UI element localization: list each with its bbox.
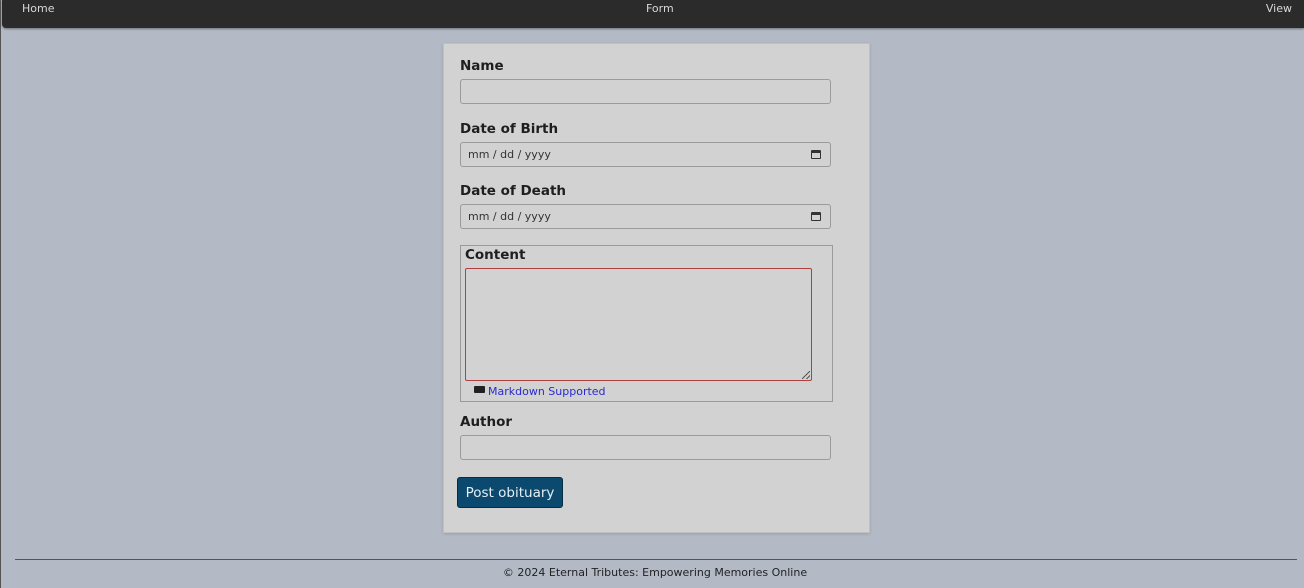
markdown-icon: [474, 386, 485, 393]
navbar: Home Form View: [2, 0, 1304, 28]
death-date-placeholder: mm / dd / yyyy: [468, 210, 551, 223]
nav-view-link[interactable]: View: [1266, 2, 1292, 15]
markdown-hint: Markdown Supported: [474, 385, 606, 398]
resize-grip-icon[interactable]: [802, 371, 810, 379]
death-date-label: Date of Death: [460, 183, 567, 199]
birth-date-label: Date of Birth: [460, 121, 559, 137]
nav-form-link[interactable]: Form: [646, 2, 674, 15]
content-textarea[interactable]: [465, 268, 812, 381]
name-input[interactable]: [460, 79, 831, 104]
death-date-input[interactable]: mm / dd / yyyy: [460, 204, 831, 229]
author-label: Author: [460, 414, 513, 430]
markdown-supported-link[interactable]: Markdown Supported: [488, 385, 606, 398]
author-input[interactable]: [460, 435, 831, 460]
name-label: Name: [460, 58, 504, 74]
post-obituary-button[interactable]: Post obituary: [457, 477, 563, 508]
birth-date-input[interactable]: mm / dd / yyyy: [460, 142, 831, 167]
content-fieldset: Content Markdown Supported: [460, 245, 833, 402]
calendar-icon[interactable]: [811, 212, 821, 221]
birth-date-placeholder: mm / dd / yyyy: [468, 148, 551, 161]
obituary-form-card: Name Date of Birth mm / dd / yyyy Date o…: [443, 43, 870, 533]
calendar-icon[interactable]: [811, 150, 821, 159]
content-label: Content: [465, 247, 526, 263]
window-edge: [0, 0, 1, 588]
footer-copyright: © 2024 Eternal Tributes: Empowering Memo…: [502, 566, 808, 579]
nav-home-link[interactable]: Home: [22, 2, 54, 15]
footer-divider: [15, 559, 1297, 560]
